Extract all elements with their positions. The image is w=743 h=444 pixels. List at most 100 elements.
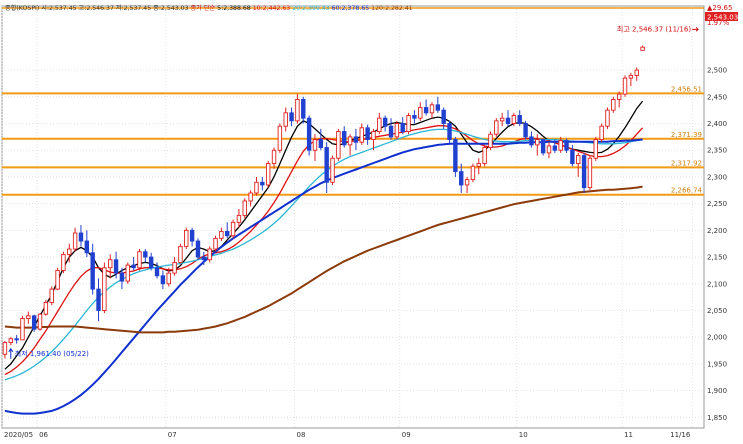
legend-part: 20:2,399.43 <box>290 5 330 12</box>
candle-body <box>330 157 335 183</box>
legend-part: 60:2,378.65 <box>330 5 370 12</box>
candle-body <box>49 288 54 303</box>
candle-body <box>207 248 212 261</box>
legend-line: 종합(KOSPI) 시:2,537.45 고:2,546.37 저:2,537.… <box>5 4 413 12</box>
candle-body <box>570 149 575 165</box>
x-tick-label: 2020/05 <box>4 431 33 439</box>
candle-body <box>306 117 312 151</box>
candle-body <box>230 221 236 237</box>
candle-body <box>482 147 487 165</box>
candle-body <box>347 136 353 146</box>
candle-body <box>295 99 300 122</box>
candle-body <box>143 251 148 258</box>
y-tick-label: 2,100 <box>707 280 727 288</box>
y-tick-label: 2,500 <box>707 67 727 75</box>
legend-part: 종합(KOSPI) 시:2,537.45 고:2,546.37 저:2,537.… <box>5 4 189 12</box>
candle-body <box>225 230 230 237</box>
candle-body <box>628 74 634 79</box>
candle-body <box>336 131 341 159</box>
candlestick-chart[interactable]: 1,850 1,900 1,950 2,000 2,050 2,100 2,150 2,200… <box>0 0 743 440</box>
candle-body <box>55 269 60 290</box>
candle-body <box>470 165 476 181</box>
candle-body <box>464 179 470 186</box>
candle-body <box>248 192 253 202</box>
candle-body <box>213 237 218 250</box>
y-tick-label: 2,250 <box>707 200 727 208</box>
candle-body <box>172 261 177 274</box>
legend-part: 종가 단순 <box>188 4 215 12</box>
candle-body <box>108 259 113 269</box>
x-tick-label: 07 <box>168 431 177 439</box>
candle-body <box>441 109 446 124</box>
candle-body <box>102 267 107 311</box>
candle-body <box>219 230 224 239</box>
plot-area <box>1 5 705 429</box>
candle-body <box>277 125 283 151</box>
candle-body <box>429 104 435 114</box>
candle-body <box>178 245 183 263</box>
candle-body <box>184 229 189 247</box>
candle-body <box>412 115 417 119</box>
candle-body <box>365 127 370 140</box>
candle-body <box>312 139 318 151</box>
candle-body <box>160 275 166 285</box>
y-tick-label: 2,300 <box>707 173 727 181</box>
candle-body <box>271 149 277 165</box>
candle-body <box>517 115 522 124</box>
candle-body <box>406 115 411 132</box>
candle-body <box>634 69 639 76</box>
level-label: 2,371.39 <box>671 131 702 139</box>
legend-part: 120:2,282.41 <box>369 5 412 12</box>
y-tick-label: 2,000 <box>707 334 727 342</box>
candle-body <box>546 145 552 154</box>
y-tick-label: 1,950 <box>707 360 727 368</box>
candle-body <box>43 302 49 315</box>
candle-body <box>423 107 429 114</box>
candle-body <box>131 264 136 269</box>
last-change-label: ▲29.65 <box>707 4 732 12</box>
candle-body <box>535 139 540 146</box>
candle-body <box>154 267 160 277</box>
candle-body <box>476 163 481 167</box>
candle-body <box>581 155 587 189</box>
candle-body <box>587 157 593 189</box>
candle-body <box>418 107 423 119</box>
candle-body <box>342 131 347 146</box>
candle-body <box>265 163 271 186</box>
candle-body <box>499 117 505 122</box>
candle-body <box>453 139 458 173</box>
candle-body <box>37 313 43 330</box>
level-label: 2,266.74 <box>671 187 703 195</box>
candle-body <box>640 46 645 51</box>
low-annotation: 최저 1,961.40 (05/22) <box>15 349 89 358</box>
candle-body <box>260 181 265 186</box>
candle-body <box>14 338 19 341</box>
candle-body <box>371 131 376 140</box>
candle-body <box>400 123 405 132</box>
candle-body <box>616 93 622 100</box>
candle-body <box>377 117 382 132</box>
candle-body <box>84 240 90 254</box>
x-tick-label: 09 <box>402 431 411 439</box>
y-tick-label: 2,450 <box>707 93 727 101</box>
y-tick-label: 1,900 <box>707 387 727 395</box>
candle-body <box>20 318 25 341</box>
candle-body <box>511 115 517 124</box>
candle-body <box>61 253 66 271</box>
candle-body <box>611 99 616 111</box>
legend-part: 10:2,442.63 <box>251 5 291 12</box>
candle-body <box>564 140 569 151</box>
candle-body <box>201 256 207 261</box>
candle-body <box>254 181 259 194</box>
candle-body <box>113 259 119 274</box>
candle-body <box>622 77 628 95</box>
candle-body <box>494 120 499 135</box>
candle-body <box>8 338 13 343</box>
candle-body <box>558 140 563 151</box>
candle-body <box>599 125 604 140</box>
candle-body <box>505 117 511 124</box>
y-tick-label: 2,400 <box>707 120 727 128</box>
candle-body <box>125 264 130 282</box>
candle-body <box>189 229 195 242</box>
candle-body <box>605 109 610 127</box>
